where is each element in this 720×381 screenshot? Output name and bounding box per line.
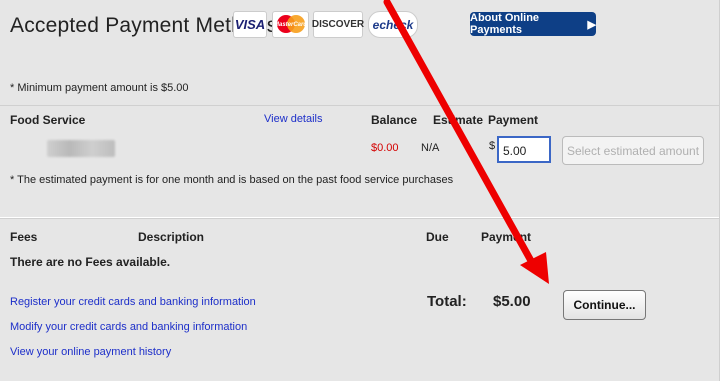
payment-panel: Accepted Payment Methods VISA MasterCard…: [0, 0, 720, 381]
annotation-arrow-icon: [383, 0, 549, 284]
